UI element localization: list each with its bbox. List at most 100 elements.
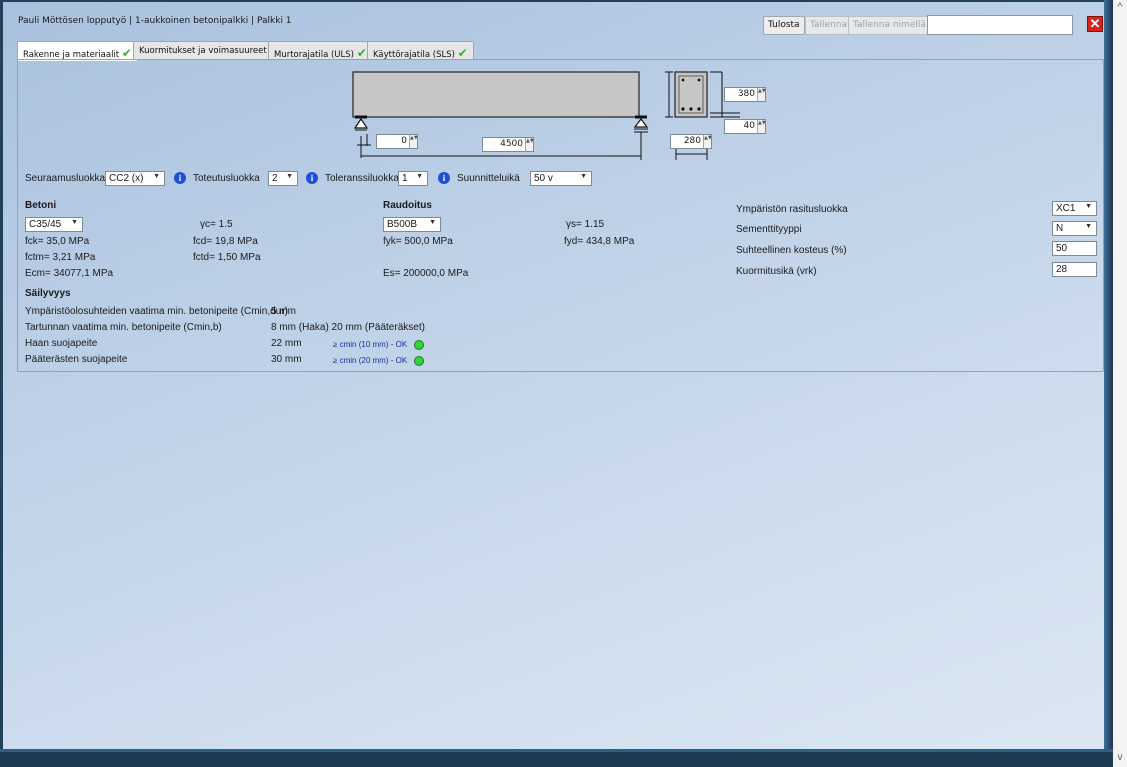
chevron-down-icon: ▼ [429,219,436,226]
design-life-label: Suunnitteluikä [457,173,520,184]
roller-support-icon [633,115,649,133]
tolerance-class-select[interactable]: 1 ▼ [398,171,428,186]
spinner-arrows-icon[interactable]: ▲▼ [409,135,418,148]
beam-icon [352,71,640,118]
concrete-grade-select[interactable]: C35/45 ▼ [25,217,83,232]
gamma-c-value: γc= 1.5 [200,219,233,230]
fck-value: fck= 35,0 MPa [25,236,90,247]
select-value: CC2 (x) [109,173,144,184]
tab-uls[interactable]: Murtorajatila (ULS) ✔ [268,41,373,60]
check-icon: ✔ [356,46,367,60]
span-length-spinner[interactable]: 4500 ▲▼ [482,137,534,152]
exposure-class-select[interactable]: XC1 ▼ [1052,201,1097,216]
vertical-scrollbar[interactable]: ^ v [1113,0,1127,767]
beam-diagram [352,71,740,160]
cmin-b-value: 8 mm (Haka) 20 mm (Pääteräkset) [271,322,425,333]
section-width-spinner[interactable]: 280 ▲▼ [670,134,712,149]
chevron-down-icon: ▼ [416,173,423,180]
relative-humidity-label: Suhteellinen kosteus (%) [736,245,847,256]
status-ok-icon [414,340,424,350]
support-offset-spinner[interactable]: 0 ▲▼ [376,134,418,149]
relative-humidity-input[interactable]: 50 [1052,241,1097,256]
tab-label: Kuormitukset ja voimasuureet [139,46,267,56]
consequence-class-select[interactable]: CC2 (x) ▼ [105,171,165,186]
main-bar-cover-check: ≥ cmin (20 mm) - OK [333,356,408,365]
cmin-dur-value: 5 mm [271,306,296,317]
save-as-button[interactable]: Tallenna nimellä [848,16,931,35]
cmin-dur-label: Ympäristöolosuhteiden vaatima min. beton… [25,306,288,317]
select-value: B500B [387,219,418,230]
fcd-value: fcd= 19,8 MPa [193,236,258,247]
check-icon: ✔ [457,46,468,60]
cement-type-label: Sementtityyppi [736,224,802,235]
stirrup-cover-value: 22 mm [271,338,302,349]
ecm-value: Ecm= 34077,1 MPa [25,268,114,279]
select-value: XC1 [1056,203,1076,214]
es-value: Es= 200000,0 MPa [383,268,469,279]
print-button[interactable]: Tulosta [763,16,805,35]
select-value: 50 v [534,173,553,184]
spinner-value: 40 [743,121,755,131]
spinner-arrows-icon[interactable]: ▲▼ [703,135,712,148]
window-border [1104,0,1113,752]
durability-heading: Säilyvyys [25,288,71,299]
scroll-up-icon[interactable]: ^ [1113,2,1127,13]
chevron-down-icon: ▼ [286,173,293,180]
design-life-select[interactable]: 50 v ▼ [530,171,592,186]
tab-sls[interactable]: Käyttörajatila (SLS) ✔ [367,41,474,60]
spinner-arrows-icon[interactable]: ▲▼ [757,120,766,133]
fctm-value: fctm= 3,21 MPa [25,252,96,263]
consequence-class-label: Seuraamusluokka [25,173,106,184]
select-value: 2 [272,173,278,184]
section-height-spinner[interactable]: 380 ▲▼ [724,87,766,102]
steel-grade-select[interactable]: B500B ▼ [383,217,441,232]
name-input[interactable] [927,15,1073,35]
execution-class-select[interactable]: 2 ▼ [268,171,298,186]
spinner-value: 0 [401,136,407,146]
info-icon[interactable]: i [174,172,186,184]
spinner-value: 280 [683,136,701,146]
exposure-class-label: Ympäristön rasitusluokka [736,204,848,215]
info-icon[interactable]: i [438,172,450,184]
fctd-value: fctd= 1,50 MPa [193,252,261,263]
select-value: N [1056,223,1064,234]
spinner-arrows-icon[interactable]: ▲▼ [757,88,766,101]
status-ok-icon [414,356,424,366]
fyk-value: fyk= 500,0 MPa [383,236,453,247]
concrete-heading: Betoni [25,200,57,211]
select-value: C35/45 [29,219,62,230]
gamma-s-value: γs= 1.15 [566,219,605,230]
loading-age-input[interactable]: 28 [1052,262,1097,277]
fyd-value: fyd= 434,8 MPa [564,236,635,247]
chevron-down-icon: ▼ [1085,223,1092,230]
save-button[interactable]: Tallenna [805,16,852,35]
chevron-down-icon: ▼ [1085,203,1092,210]
scroll-down-icon[interactable]: v [1113,752,1127,763]
tolerance-class-label: Toleranssiluokka [325,173,399,184]
cement-type-select[interactable]: N ▼ [1052,221,1097,236]
spinner-arrows-icon[interactable]: ▲▼ [525,138,534,151]
window-bottom-border [0,749,1113,767]
close-icon[interactable]: ✕ [1087,16,1103,32]
reinforcement-heading: Raudoitus [383,200,432,211]
cover-spinner[interactable]: 40 ▲▼ [724,119,766,134]
cmin-b-label: Tartunnan vaatima min. betonipeite (Cmin… [25,322,222,333]
window-title: Pauli Möttösen lopputyö | 1-aukkoinen be… [18,16,292,26]
select-value: 1 [402,173,408,184]
spinner-value: 4500 [500,139,523,149]
tab-structure-materials[interactable]: Rakenne ja materiaalit ✔ [17,41,138,61]
stirrup-cover-label: Haan suojapeite [25,338,98,349]
stirrup-cover-check: ≥ cmin (10 mm) - OK [333,340,408,349]
pinned-support-icon [353,115,369,131]
chevron-down-icon: ▼ [71,219,78,226]
chevron-down-icon: ▼ [153,173,160,180]
spinner-value: 380 [737,89,755,99]
execution-class-label: Toteutusluokka [193,173,260,184]
tab-loads-forces[interactable]: Kuormitukset ja voimasuureet [133,41,273,60]
loading-age-label: Kuormitusikä (vrk) [736,266,817,277]
check-icon: ✔ [121,46,132,60]
info-icon[interactable]: i [306,172,318,184]
chevron-down-icon: ▼ [580,173,587,180]
main-bar-cover-label: Pääterästen suojapeite [25,354,128,365]
main-bar-cover-value: 30 mm [271,354,302,365]
